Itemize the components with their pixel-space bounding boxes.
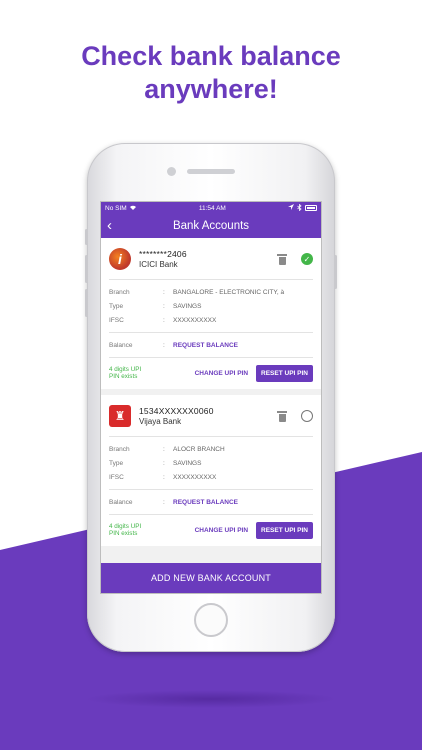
- trash-icon[interactable]: [277, 410, 287, 422]
- status-time: 11:54 AM: [198, 204, 226, 212]
- type-row: Type : SAVINGS: [109, 456, 313, 470]
- selected-check-icon[interactable]: ✓: [301, 253, 313, 265]
- branch-value: ALOCR BRANCH: [173, 445, 225, 453]
- change-upi-pin-button[interactable]: CHANGE UPI PIN: [195, 527, 248, 534]
- trash-icon[interactable]: [277, 253, 287, 265]
- bank-account-card: ♜ 1534XXXXXX0060 Vijaya Bank Branch : AL…: [101, 395, 321, 546]
- divider: [109, 357, 313, 358]
- branch-value: BANGALORE - ELECTRONIC CITY, à: [173, 288, 285, 296]
- battery-icon: [305, 205, 317, 211]
- vijaya-bank-logo-icon: ♜: [109, 405, 131, 427]
- bluetooth-icon: [297, 203, 302, 213]
- headline-line-1: Check bank balance: [81, 41, 341, 71]
- ifsc-row: IFSC : XXXXXXXXXX: [109, 470, 313, 484]
- ifsc-value: XXXXXXXXXX: [173, 316, 217, 324]
- volume-up-button: [85, 255, 88, 283]
- pin-status-note: 4 digits UPI PIN exists: [109, 522, 142, 538]
- front-camera: [167, 167, 176, 176]
- bank-account-card: i ********2406 ICICI Bank ✓ Branch : BAN…: [101, 238, 321, 389]
- mute-switch: [85, 229, 88, 245]
- phone-frame: No SIM 11:54 AM ‹ Bank Accounts i ******…: [85, 143, 337, 652]
- bank-name: ICICI Bank: [139, 260, 178, 269]
- status-bar: No SIM 11:54 AM: [101, 202, 321, 214]
- branch-row: Branch : ALOCR BRANCH: [109, 442, 313, 456]
- pin-actions: 4 digits UPI PIN exists CHANGE UPI PIN R…: [109, 520, 313, 540]
- balance-row: Balance : REQUEST BALANCE: [109, 338, 313, 352]
- branch-row: Branch : BANGALORE - ELECTRONIC CITY, à: [109, 285, 313, 299]
- nav-bar: ‹ Bank Accounts: [101, 214, 321, 238]
- type-value: SAVINGS: [173, 459, 202, 467]
- pin-status-note: 4 digits UPI PIN exists: [109, 365, 142, 381]
- back-arrow-icon[interactable]: ‹: [107, 217, 112, 235]
- nav-title: Bank Accounts: [172, 220, 250, 232]
- bank-name: Vijaya Bank: [139, 417, 182, 426]
- power-button: [334, 255, 337, 289]
- headline-line-2: anywhere!: [144, 74, 278, 104]
- divider: [109, 332, 313, 333]
- divider: [109, 514, 313, 515]
- account-number: ********2406: [139, 249, 187, 259]
- select-radio-icon[interactable]: [301, 410, 313, 422]
- home-button: [194, 603, 228, 637]
- divider: [109, 489, 313, 490]
- change-upi-pin-button[interactable]: CHANGE UPI PIN: [195, 370, 248, 377]
- request-balance-link[interactable]: REQUEST BALANCE: [173, 499, 313, 506]
- account-number: 1534XXXXXX0060: [139, 406, 214, 416]
- type-value: SAVINGS: [173, 302, 202, 310]
- wifi-icon: [129, 204, 137, 212]
- divider: [109, 436, 313, 437]
- divider: [109, 279, 313, 280]
- phone-shadow: [85, 690, 337, 708]
- type-row: Type : SAVINGS: [109, 299, 313, 313]
- earpiece-speaker: [187, 169, 235, 174]
- app-screen: No SIM 11:54 AM ‹ Bank Accounts i ******…: [100, 201, 322, 594]
- ifsc-value: XXXXXXXXXX: [173, 473, 217, 481]
- carrier-text: No SIM: [105, 204, 127, 212]
- balance-row: Balance : REQUEST BALANCE: [109, 495, 313, 509]
- headline: Check bank balance anywhere!: [0, 40, 422, 106]
- reset-upi-pin-button[interactable]: RESET UPI PIN: [256, 364, 313, 382]
- location-icon: [288, 204, 294, 212]
- ifsc-row: IFSC : XXXXXXXXXX: [109, 313, 313, 327]
- request-balance-link[interactable]: REQUEST BALANCE: [173, 342, 313, 349]
- pin-actions: 4 digits UPI PIN exists CHANGE UPI PIN R…: [109, 363, 313, 383]
- reset-upi-pin-button[interactable]: RESET UPI PIN: [256, 521, 313, 539]
- add-new-bank-account-button[interactable]: ADD NEW BANK ACCOUNT: [101, 563, 321, 593]
- icici-bank-logo-icon: i: [109, 248, 131, 270]
- volume-down-button: [85, 289, 88, 317]
